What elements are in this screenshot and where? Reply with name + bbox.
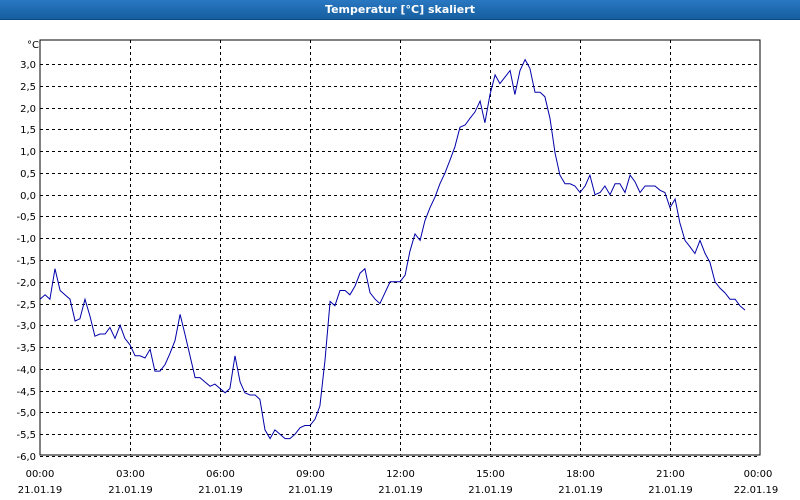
x-tick-date-label: 21.01.19 [198, 485, 243, 496]
chart-title-bar: Temperatur [°C] skaliert [0, 0, 800, 20]
y-tick-label: 1,5 [20, 125, 36, 136]
y-tick-label: -2,5 [16, 300, 36, 311]
x-tick-time-label: 15:00 [476, 469, 505, 480]
x-tick-time-label: 18:00 [566, 469, 595, 480]
y-axis-ticks: 3,0 2,5 2,0 1,5 1,0 0,5 0,0 -0,5 -1,0 -1,5 -2,0 -2,… [16, 60, 36, 463]
x-tick-date-label: 21.01.19 [288, 485, 333, 496]
y-tick-label: -3,5 [16, 343, 36, 354]
y-tick-label: -5,5 [16, 430, 36, 441]
y-tick-label: 0,5 [20, 169, 36, 180]
y-tick-label: -3,0 [16, 321, 36, 332]
x-tick-date-label: 21.01.19 [648, 485, 693, 496]
y-tick-label: -0,5 [16, 212, 36, 223]
y-tick-label: -1,5 [16, 256, 36, 267]
x-tick-time-label: 00:00 [26, 469, 55, 480]
y-tick-label: 2,5 [20, 82, 36, 93]
x-tick-time-label: 00:00 [744, 469, 773, 480]
y-tick-label: 0,0 [20, 191, 36, 202]
y-tick-label: -4,0 [16, 365, 36, 376]
y-tick-label: -4,5 [16, 387, 36, 398]
x-tick-date-label: 21.01.19 [18, 485, 63, 496]
y-tick-label: 3,0 [20, 60, 36, 71]
chart-title: Temperatur [°C] skaliert [325, 3, 475, 16]
x-tick-date-label: 21.01.19 [558, 485, 603, 496]
y-tick-label: -6,0 [16, 452, 36, 463]
x-tick-time-label: 09:00 [296, 469, 325, 480]
x-tick-date-label: 21.01.19 [108, 485, 153, 496]
x-tick-date-label: 21.01.19 [468, 485, 513, 496]
y-tick-label: -1,0 [16, 234, 36, 245]
y-tick-label: 1,0 [20, 147, 36, 158]
x-tick-time-label: 12:00 [386, 469, 415, 480]
y-tick-label: 2,0 [20, 104, 36, 115]
y-axis-unit: °C [27, 40, 39, 51]
x-tick-date-label: 22.01.19 [734, 485, 779, 496]
x-tick-time-label: 06:00 [206, 469, 235, 480]
y-tick-label: -5,0 [16, 408, 36, 419]
x-tick-date-label: 21.01.19 [378, 485, 423, 496]
x-tick-time-label: 21:00 [656, 469, 685, 480]
x-axis-ticks: 00:00 21.01.19 03:00 21.01.19 06:00 21.01.19 0… [18, 469, 779, 496]
y-tick-label: -2,0 [16, 278, 36, 289]
temperature-chart: 3,0 2,5 2,0 1,5 1,0 0,5 0,0 -0,5 -1,0 -1,5 -2,0 -2,… [16, 39, 779, 496]
x-tick-time-label: 03:00 [116, 469, 145, 480]
